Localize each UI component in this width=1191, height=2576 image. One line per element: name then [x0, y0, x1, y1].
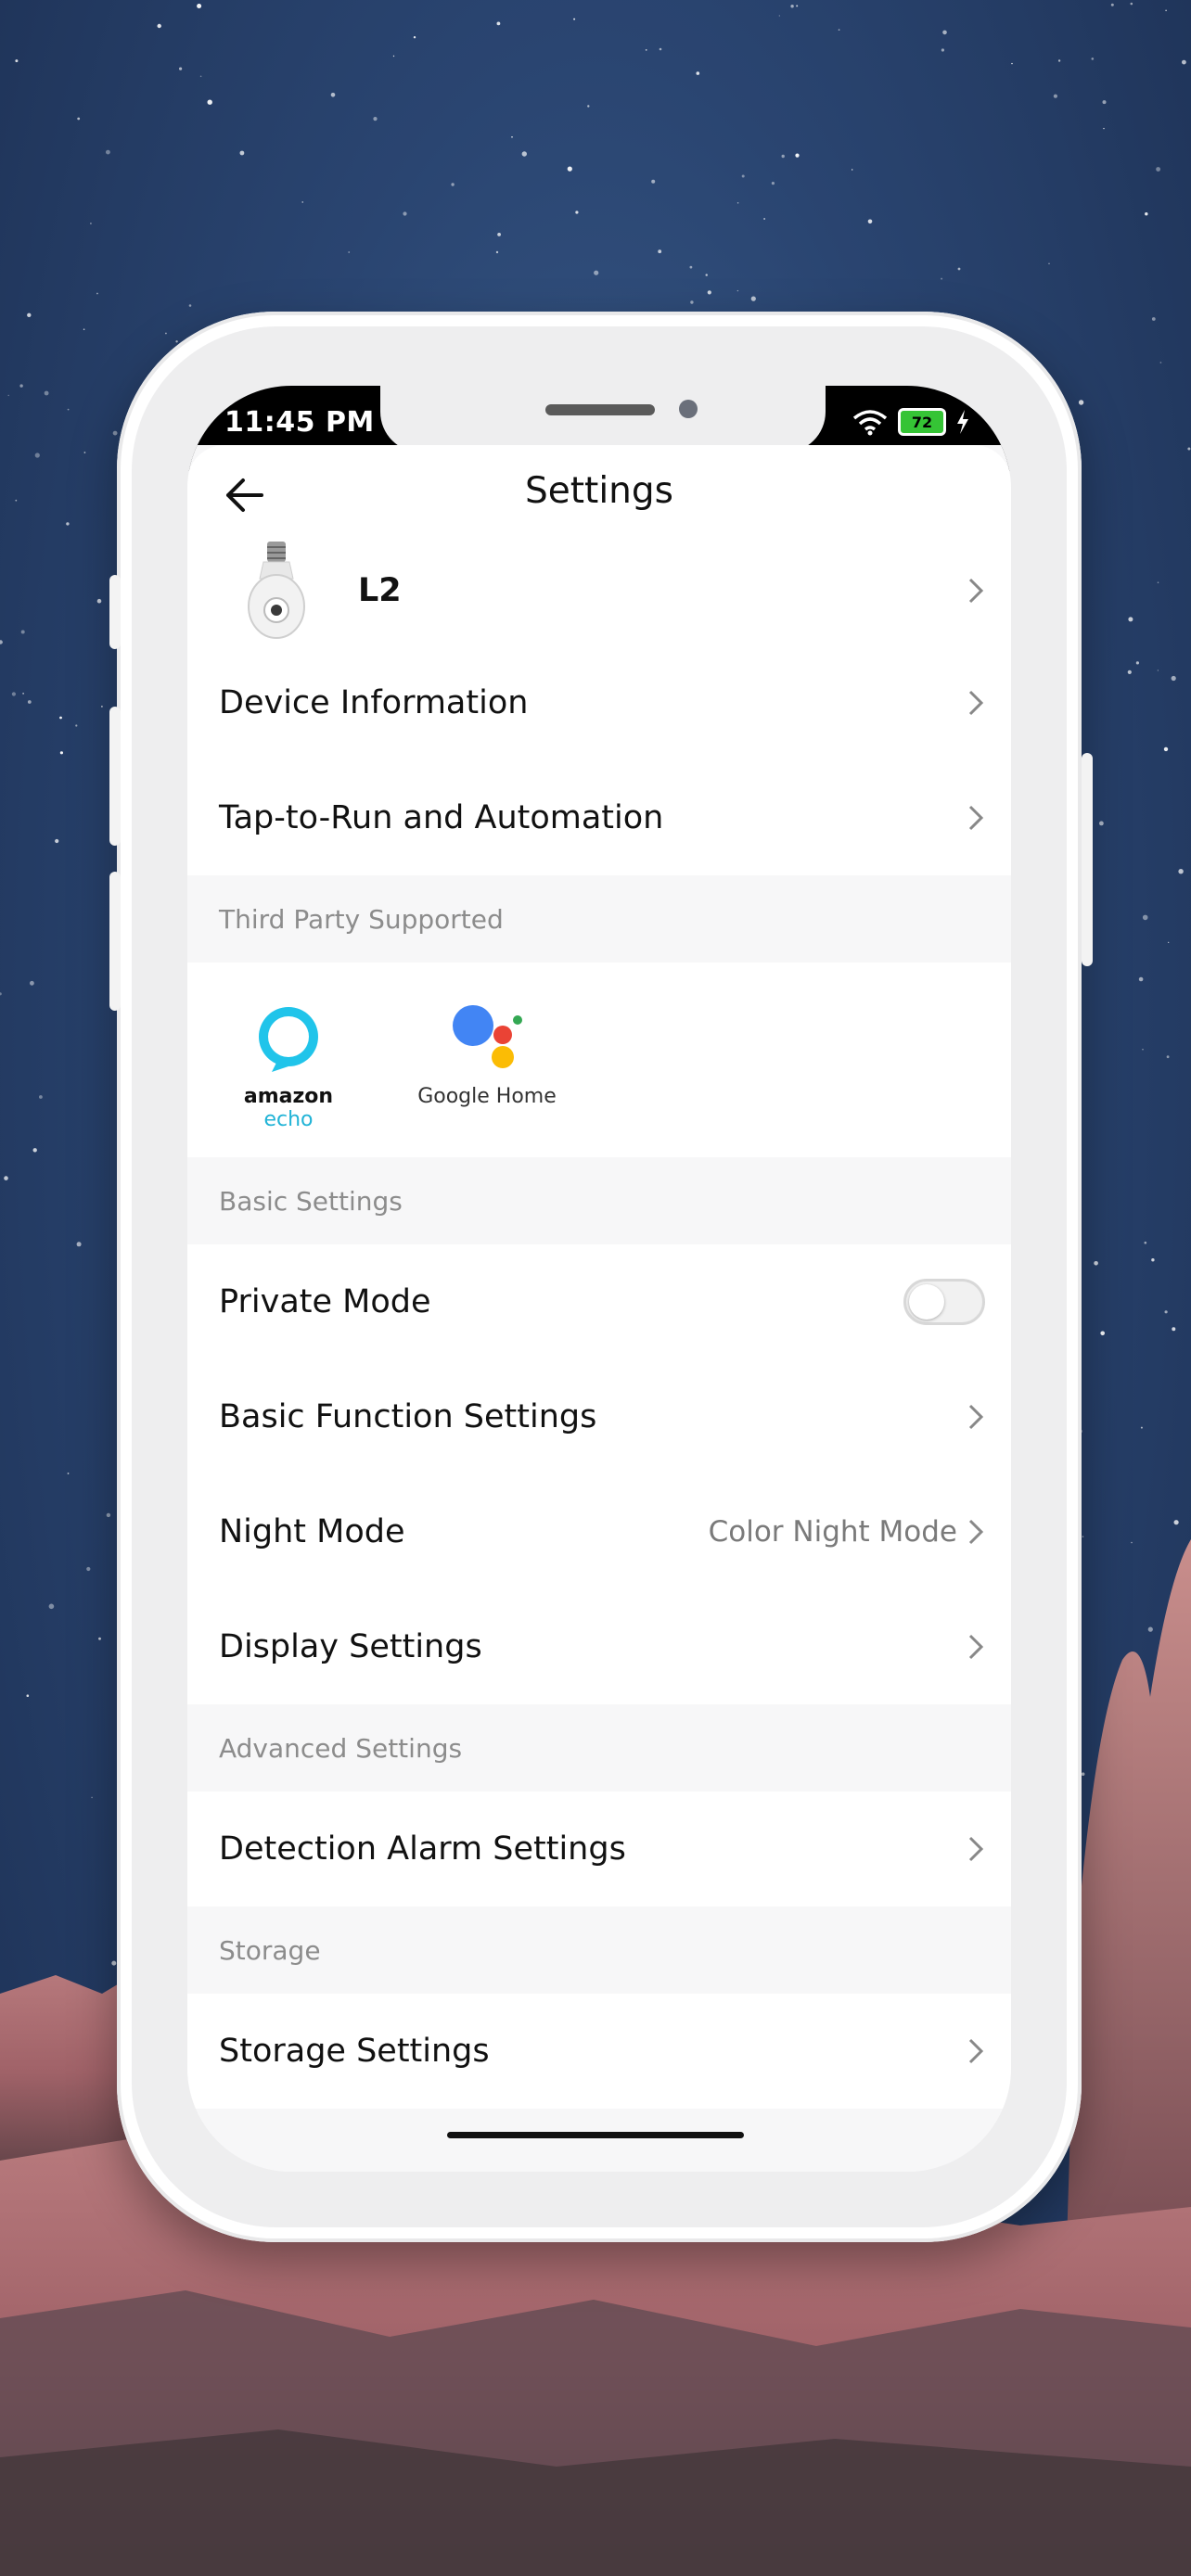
google-assistant-icon [453, 1005, 522, 1068]
chevron-right-icon [968, 1634, 984, 1660]
device-row[interactable]: L2 [187, 536, 1011, 645]
home-indicator[interactable] [447, 2132, 744, 2138]
basic-function-row[interactable]: Basic Function Settings [187, 1359, 1011, 1474]
battery-level: 72 [911, 413, 933, 431]
status-time: 11:45 PM [224, 406, 375, 439]
page-title: Settings [525, 469, 673, 512]
google-home-link[interactable]: Google Home [417, 1001, 557, 1108]
top-group: Settings L2 Device Information Tap-to-Ru… [187, 445, 1011, 875]
section-header-advanced: Advanced Settings [187, 1704, 1011, 1792]
section-header-third-party: Third Party Supported [187, 875, 1011, 963]
side-button-left-3 [109, 872, 121, 1011]
phone-screen: 11:45 PM 72 Settings L2 Device Informati… [187, 386, 1011, 2172]
chevron-right-icon [968, 1836, 984, 1862]
detection-alarm-row[interactable]: Detection Alarm Settings [187, 1792, 1011, 1906]
amazon-echo-link[interactable]: amazon echo [228, 1001, 349, 1131]
row-label: Tap-to-Run and Automation [219, 799, 664, 836]
status-icons: 72 [852, 408, 970, 436]
google-home-label: Google Home [417, 1085, 557, 1108]
chevron-right-icon [968, 1519, 984, 1545]
row-label: Storage Settings [219, 2033, 490, 2070]
row-label: Basic Function Settings [219, 1398, 597, 1435]
notch [380, 386, 826, 453]
chevron-right-icon [968, 1404, 984, 1430]
section-header-storage: Storage [187, 1906, 1011, 1994]
storage-settings-row[interactable]: Storage Settings [187, 1994, 1011, 2109]
display-settings-row[interactable]: Display Settings [187, 1589, 1011, 1704]
device-information-row[interactable]: Device Information [187, 645, 1011, 760]
row-label: Device Information [219, 684, 529, 721]
row-label: Night Mode [219, 1513, 405, 1550]
alexa-ring-icon [259, 1007, 318, 1072]
private-mode-toggle[interactable] [903, 1279, 985, 1325]
amazon-word: amazon [243, 1085, 334, 1108]
device-name: L2 [358, 572, 402, 609]
bulb-camera-image [248, 542, 305, 639]
side-button-right [1082, 753, 1093, 966]
echo-word: echo [263, 1108, 314, 1131]
battery-icon: 72 [898, 408, 946, 436]
chevron-right-icon [968, 578, 984, 604]
chevron-right-icon [968, 2038, 984, 2064]
arrow-left-icon[interactable] [224, 477, 265, 514]
front-camera [679, 400, 698, 418]
third-party-panel: amazon echo Google Home [187, 963, 1011, 1157]
section-header-basic: Basic Settings [187, 1157, 1011, 1244]
toggle-knob [909, 1284, 944, 1320]
night-mode-value: Color Night Mode [708, 1515, 957, 1549]
tap-to-run-row[interactable]: Tap-to-Run and Automation [187, 760, 1011, 875]
settings-app: Settings L2 Device Information Tap-to-Ru… [187, 445, 1011, 2172]
row-label: Private Mode [219, 1283, 431, 1320]
row-label: Display Settings [219, 1628, 482, 1665]
speaker-grille [545, 404, 655, 415]
wifi-icon [852, 410, 888, 436]
charging-icon [957, 410, 968, 434]
side-button-left-1 [109, 575, 121, 649]
row-label: Detection Alarm Settings [219, 1830, 626, 1868]
side-button-left-2 [109, 707, 121, 846]
private-mode-row: Private Mode [187, 1244, 1011, 1359]
night-mode-row[interactable]: Night Mode Color Night Mode [187, 1474, 1011, 1589]
chevron-right-icon [968, 690, 984, 716]
header: Settings [187, 445, 1011, 536]
chevron-right-icon [968, 805, 984, 831]
